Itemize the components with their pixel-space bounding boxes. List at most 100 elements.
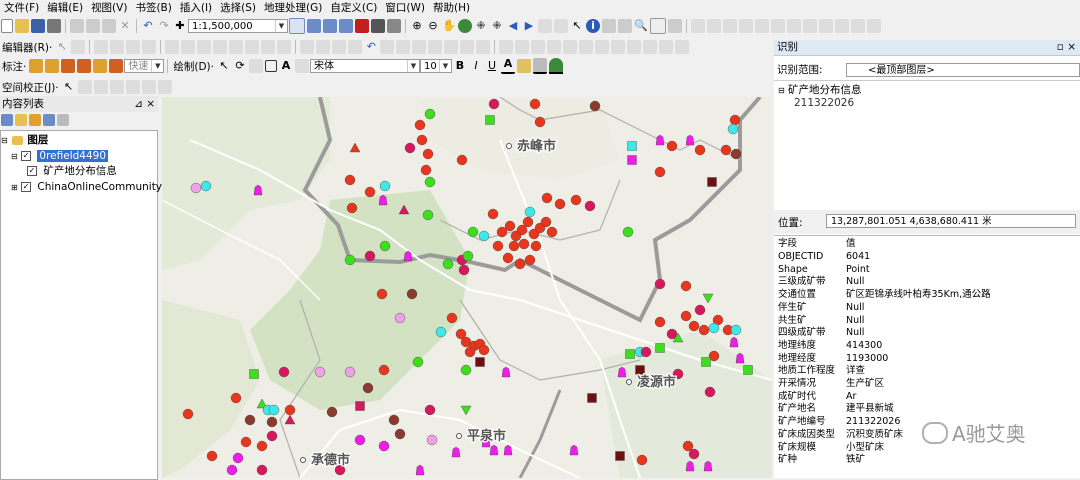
mineral-deposit-point[interactable] xyxy=(654,166,666,178)
mineral-deposit-point[interactable] xyxy=(388,414,400,426)
mineral-deposit-point[interactable] xyxy=(462,250,474,262)
mineral-deposit-point[interactable] xyxy=(707,177,717,187)
mineral-deposit-point[interactable] xyxy=(654,278,666,290)
mineral-deposit-point[interactable] xyxy=(200,180,212,192)
layer-visibility-checkbox[interactable]: ✓ xyxy=(27,166,37,176)
editor-menu[interactable]: 编辑器(R)· xyxy=(2,40,52,55)
mineral-deposit-point[interactable] xyxy=(501,366,511,378)
layout-tool-icon[interactable] xyxy=(707,19,721,33)
mineral-deposit-point[interactable] xyxy=(485,115,495,125)
mineral-deposit-point[interactable] xyxy=(589,100,601,112)
list-by-selection-icon[interactable] xyxy=(43,114,55,126)
fast-mode-combo[interactable]: 快速 ▼ xyxy=(124,59,165,73)
topology-icon[interactable] xyxy=(515,40,530,54)
reshape-icon[interactable] xyxy=(181,40,196,54)
label-icon[interactable] xyxy=(93,59,108,73)
mineral-deposit-point[interactable] xyxy=(730,148,742,160)
mineral-deposit-point[interactable] xyxy=(394,428,406,440)
mineral-deposit-point[interactable] xyxy=(456,154,468,166)
print-icon[interactable] xyxy=(47,19,61,33)
mineral-deposit-point[interactable] xyxy=(424,176,436,188)
add-data-icon[interactable]: ✚ xyxy=(173,19,187,33)
find-icon[interactable]: 🔍 xyxy=(634,19,648,33)
mineral-deposit-point[interactable] xyxy=(326,406,338,418)
mineral-deposit-point[interactable] xyxy=(534,116,546,128)
attribute-row[interactable]: 成矿时代 Ar xyxy=(778,391,1078,404)
mineral-deposit-point[interactable] xyxy=(346,202,358,214)
layout-tool-icon[interactable] xyxy=(739,19,753,33)
undo-icon[interactable]: ↶ xyxy=(141,19,155,33)
copy-icon[interactable] xyxy=(86,19,100,33)
mineral-deposit-point[interactable] xyxy=(379,240,391,252)
mineral-deposit-point[interactable] xyxy=(640,346,652,358)
mineral-deposit-point[interactable] xyxy=(266,430,278,442)
topology-icon[interactable] xyxy=(643,40,658,54)
result-layer-name[interactable]: 矿产地分布信息 xyxy=(788,84,862,96)
mineral-deposit-point[interactable] xyxy=(540,216,552,228)
mineral-deposit-point[interactable] xyxy=(655,343,665,353)
result-feature-node[interactable]: 211322026 xyxy=(794,96,854,110)
mineral-deposit-point[interactable] xyxy=(182,408,194,420)
mineral-deposit-point[interactable] xyxy=(636,454,648,466)
attribute-row[interactable]: 矿种 铁矿 xyxy=(778,454,1078,467)
pan-icon[interactable]: ✋ xyxy=(442,19,456,33)
topology-icon[interactable] xyxy=(579,40,594,54)
attribute-row[interactable]: OBJECTID 6041 xyxy=(778,251,1078,264)
fixed-zoom-out-icon[interactable]: ⁜ xyxy=(490,19,504,33)
mineral-deposit-point[interactable] xyxy=(627,141,637,151)
select-elements-icon[interactable]: ↖ xyxy=(570,19,584,33)
mineral-deposit-point[interactable] xyxy=(729,336,739,348)
mineral-deposit-point[interactable] xyxy=(541,192,553,204)
fill-color-icon[interactable] xyxy=(516,59,531,73)
zoom-in-icon[interactable]: ⊕ xyxy=(410,19,424,33)
new-document-icon[interactable] xyxy=(1,19,13,33)
select-arrow-icon[interactable]: ↖ xyxy=(217,59,231,73)
layer-row-refield[interactable]: ⊟ ✓ 0refield4490 xyxy=(11,149,108,163)
mineral-deposit-point[interactable] xyxy=(546,226,558,238)
mineral-deposit-point[interactable] xyxy=(378,364,390,376)
fixed-zoom-in-icon[interactable]: ⁜ xyxy=(474,19,488,33)
search-window-icon[interactable] xyxy=(339,19,353,33)
point-icon[interactable] xyxy=(142,40,157,54)
mineral-deposit-point[interactable] xyxy=(570,194,582,206)
mineral-deposit-point[interactable] xyxy=(522,216,534,228)
attribute-row[interactable]: 地质工作程度 详查 xyxy=(778,365,1078,378)
mineral-deposit-point[interactable] xyxy=(344,254,356,266)
select-arrow-icon[interactable]: ↖ xyxy=(62,80,76,94)
layout-tool-icon[interactable] xyxy=(723,19,737,33)
list-by-visibility-icon[interactable] xyxy=(29,114,41,126)
edit-tool-icon[interactable]: ↖ xyxy=(55,40,69,54)
menu-item[interactable]: 帮助(H) xyxy=(429,0,474,16)
mineral-deposit-point[interactable] xyxy=(266,416,278,428)
modify-link-icon[interactable] xyxy=(93,80,108,94)
split-icon[interactable] xyxy=(213,40,228,54)
topology-icon[interactable] xyxy=(547,40,562,54)
table-of-contents-icon[interactable] xyxy=(307,19,321,33)
mineral-deposit-point[interactable] xyxy=(702,293,714,304)
mineral-deposit-point[interactable] xyxy=(504,220,516,232)
collapse-icon[interactable]: ⊟ xyxy=(11,152,18,161)
mineral-deposit-point[interactable] xyxy=(518,238,530,250)
mineral-deposit-point[interactable] xyxy=(354,434,366,446)
underline-button[interactable]: U xyxy=(485,59,499,73)
menu-item[interactable]: 插入(I) xyxy=(176,0,216,16)
catalog-icon[interactable] xyxy=(323,19,337,33)
mineral-deposit-point[interactable] xyxy=(414,119,426,131)
mineral-deposit-point[interactable] xyxy=(688,448,700,460)
mineral-deposit-point[interactable] xyxy=(442,258,454,270)
topology-icon[interactable] xyxy=(412,40,427,54)
map-view[interactable]: 赤峰市 凌源市 平泉市 承德市 xyxy=(162,97,772,478)
topology-icon[interactable] xyxy=(563,40,578,54)
mineral-deposit-point[interactable] xyxy=(412,356,424,368)
mineral-deposit-point[interactable] xyxy=(278,366,290,378)
edit-annotation-icon[interactable] xyxy=(71,40,86,54)
marker-color-icon[interactable] xyxy=(548,58,563,74)
mineral-deposit-point[interactable] xyxy=(708,322,720,334)
layout-tool-icon[interactable] xyxy=(851,19,865,33)
mineral-deposit-point[interactable] xyxy=(524,254,536,266)
topology-icon[interactable] xyxy=(595,40,610,54)
topology-icon[interactable] xyxy=(675,40,690,54)
layer-visibility-checkbox[interactable]: ✓ xyxy=(21,182,32,192)
topology-icon[interactable] xyxy=(348,40,363,54)
mineral-deposit-point[interactable] xyxy=(379,180,391,192)
